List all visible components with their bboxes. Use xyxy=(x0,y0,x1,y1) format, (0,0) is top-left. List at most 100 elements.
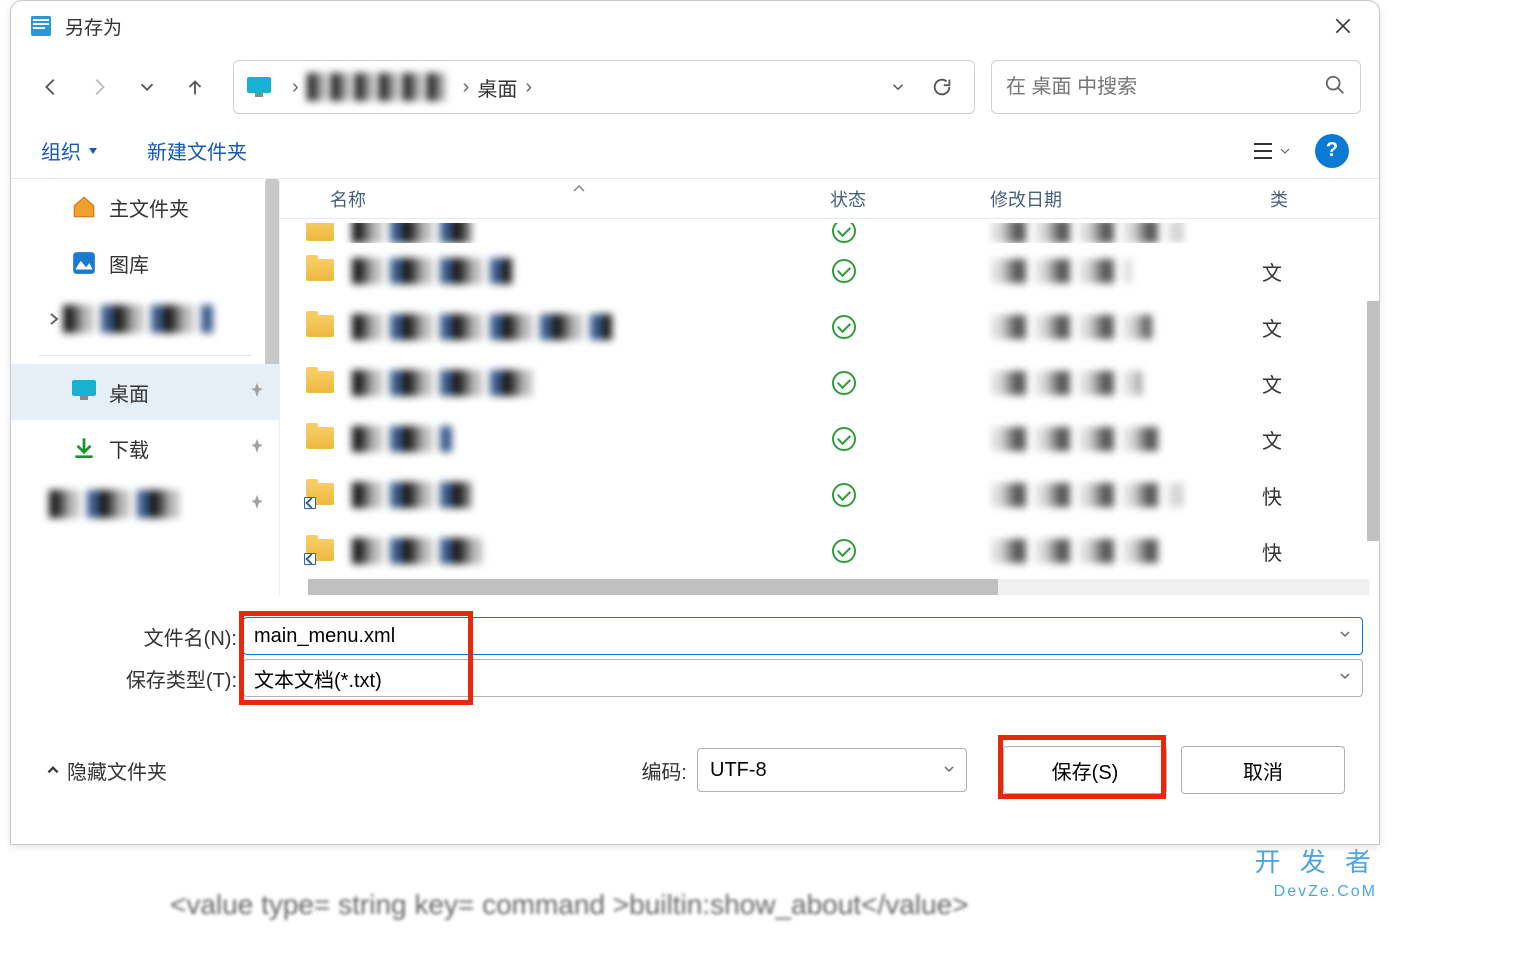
status-cell xyxy=(832,223,992,243)
file-rows: 文 文 文 xyxy=(280,219,1379,579)
sidebar-desktop[interactable]: 桌面 xyxy=(11,364,279,420)
column-status[interactable]: 状态 xyxy=(830,186,990,212)
redacted-name xyxy=(352,538,482,564)
horizontal-scrollbar[interactable] xyxy=(308,579,1369,595)
organize-menu[interactable]: 组织 xyxy=(41,136,97,165)
redacted-label xyxy=(49,490,179,518)
redacted-path xyxy=(307,73,447,101)
redacted-date xyxy=(992,223,1182,243)
sort-indicator-icon xyxy=(572,179,586,198)
help-button[interactable]: ? xyxy=(1315,134,1349,168)
savetype-select[interactable]: 文本文档(*.txt) xyxy=(243,659,1363,697)
hide-folders-toggle[interactable]: 隐藏文件夹 xyxy=(45,756,167,785)
folder-icon xyxy=(306,371,334,395)
table-row[interactable]: 快 xyxy=(280,523,1379,579)
search-box[interactable] xyxy=(991,60,1361,114)
sidebar-home[interactable]: 主文件夹 xyxy=(11,179,279,235)
redacted-name xyxy=(352,223,472,243)
folder-icon xyxy=(306,315,334,339)
redacted-name xyxy=(352,482,472,508)
table-row[interactable]: 快 xyxy=(280,467,1379,523)
dialog-title: 另存为 xyxy=(65,13,1325,40)
redacted-label xyxy=(63,305,213,333)
encoding-select[interactable]: UTF-8 xyxy=(697,748,967,792)
column-type[interactable]: 类 xyxy=(1270,186,1379,212)
check-circle-icon xyxy=(832,483,856,507)
status-cell xyxy=(832,539,992,563)
column-date[interactable]: 修改日期 xyxy=(990,186,1270,212)
type-cell: 文 xyxy=(1262,313,1282,342)
chevron-down-icon[interactable] xyxy=(942,759,956,782)
type-cell: 快 xyxy=(1262,537,1282,566)
check-circle-icon xyxy=(832,315,856,339)
chevron-right-icon[interactable]: › xyxy=(517,76,540,99)
chevron-right-icon[interactable]: › xyxy=(455,76,478,99)
gallery-icon xyxy=(71,250,97,276)
table-row[interactable] xyxy=(280,223,1379,243)
up-button[interactable] xyxy=(173,65,217,109)
pin-icon[interactable] xyxy=(249,494,265,515)
table-row[interactable]: 文 xyxy=(280,243,1379,299)
encoding-value: UTF-8 xyxy=(710,759,767,782)
chevron-right-icon[interactable]: › xyxy=(284,76,307,99)
view-mode-button[interactable] xyxy=(1251,139,1291,163)
save-button[interactable]: 保存(S) xyxy=(1003,746,1167,794)
sidebar-redacted[interactable] xyxy=(11,291,279,347)
pin-icon[interactable] xyxy=(249,382,265,403)
refresh-icon[interactable] xyxy=(920,65,964,109)
status-cell xyxy=(832,259,992,283)
status-cell xyxy=(832,483,992,507)
footer: 隐藏文件夹 编码: UTF-8 保存(S) 取消 xyxy=(27,729,1363,811)
sidebar-item-label: 图库 xyxy=(109,249,149,278)
redacted-date xyxy=(992,427,1162,451)
status-cell xyxy=(832,427,992,451)
search-icon[interactable] xyxy=(1324,74,1346,101)
column-headers: 名称 状态 修改日期 类 xyxy=(280,179,1379,219)
chevron-down-icon[interactable] xyxy=(1338,669,1352,688)
chevron-down-icon[interactable] xyxy=(1338,627,1352,646)
check-circle-icon xyxy=(832,371,856,395)
save-as-dialog: 另存为 › › 桌面 › 组织 新建文件夹 xyxy=(10,0,1380,845)
shortcut-folder-icon xyxy=(306,539,334,563)
sidebar-downloads[interactable]: 下载 xyxy=(11,420,279,476)
forward-button[interactable] xyxy=(77,65,121,109)
redacted-date xyxy=(992,315,1152,339)
cancel-button[interactable]: 取消 xyxy=(1181,746,1345,794)
pin-icon[interactable] xyxy=(249,438,265,459)
address-bar[interactable]: › › 桌面 › xyxy=(233,60,975,114)
redacted-name xyxy=(352,426,452,452)
status-cell xyxy=(832,371,992,395)
vertical-scrollbar[interactable] xyxy=(1367,301,1379,541)
watermark-text: 开 发 者 xyxy=(1255,842,1377,879)
titlebar: 另存为 xyxy=(11,1,1379,51)
redacted-date xyxy=(992,483,1182,507)
filename-input-wrapper[interactable] xyxy=(243,617,1363,655)
sidebar-redacted[interactable] xyxy=(11,476,279,532)
redacted-date xyxy=(992,259,1132,283)
nav-bar: › › 桌面 › xyxy=(11,51,1379,123)
address-dropdown[interactable] xyxy=(876,65,920,109)
sidebar: 主文件夹 图库 桌面 下载 xyxy=(11,179,279,595)
table-row[interactable]: 文 xyxy=(280,411,1379,467)
file-list: 名称 状态 修改日期 类 文 xyxy=(279,179,1379,595)
status-cell xyxy=(832,315,992,339)
savetype-value: 文本文档(*.txt) xyxy=(254,664,382,693)
close-icon[interactable] xyxy=(1325,8,1361,44)
notepad-icon xyxy=(29,14,53,38)
filename-input[interactable] xyxy=(254,625,1352,648)
table-row[interactable]: 文 xyxy=(280,355,1379,411)
desktop-icon xyxy=(71,379,97,405)
redacted-name xyxy=(352,370,532,396)
search-input[interactable] xyxy=(1006,76,1324,99)
recent-dropdown[interactable] xyxy=(125,65,169,109)
table-row[interactable]: 文 xyxy=(280,299,1379,355)
new-folder-button[interactable]: 新建文件夹 xyxy=(147,136,247,165)
sidebar-gallery[interactable]: 图库 xyxy=(11,235,279,291)
back-button[interactable] xyxy=(29,65,73,109)
filename-label: 文件名(N): xyxy=(27,622,243,651)
breadcrumb-current[interactable]: 桌面 xyxy=(477,73,517,102)
toolbar: 组织 新建文件夹 ? xyxy=(11,123,1379,179)
redacted-date xyxy=(992,371,1142,395)
savetype-label: 保存类型(T): xyxy=(27,664,243,693)
save-button-label: 保存(S) xyxy=(1052,756,1119,785)
